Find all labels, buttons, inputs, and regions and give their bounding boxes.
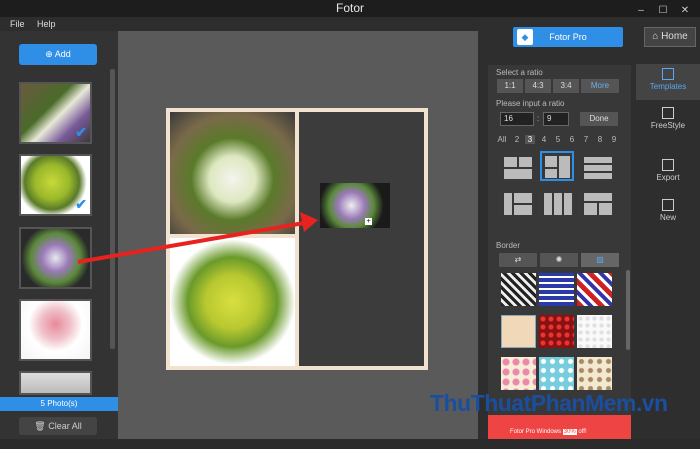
template-layout[interactable] xyxy=(580,189,614,217)
count-2[interactable]: 2 xyxy=(512,135,522,144)
border-pattern[interactable] xyxy=(539,315,574,348)
promo-text: Fotor Pro Windows xyxy=(510,429,562,435)
export-icon xyxy=(662,159,674,171)
home-label: Home xyxy=(661,31,688,42)
ratio-height-input[interactable]: 9 xyxy=(543,112,569,126)
ratio-3-4[interactable]: 3:4 xyxy=(553,79,579,93)
template-layout-selected[interactable] xyxy=(540,151,574,181)
border-pattern[interactable] xyxy=(577,273,612,306)
promo-suffix: off! xyxy=(578,429,587,435)
input-ratio-label: Please input a ratio xyxy=(496,99,565,108)
count-4[interactable]: 4 xyxy=(539,135,549,144)
nav-templates[interactable]: Templates xyxy=(636,64,700,100)
new-icon xyxy=(662,199,674,211)
freestyle-icon xyxy=(662,107,674,119)
nav-new-label: New xyxy=(659,213,676,222)
nav-templates-label: Templates xyxy=(649,82,687,91)
template-layout[interactable] xyxy=(500,189,534,217)
border-pattern[interactable] xyxy=(501,273,536,306)
arrow-head xyxy=(300,212,318,232)
ratio-1-1[interactable]: 1:1 xyxy=(497,79,523,93)
done-button[interactable]: Done xyxy=(580,112,618,126)
promo-badge: 30% xyxy=(562,429,577,435)
promo-banner[interactable]: Fotor Pro Windows 30% off! xyxy=(488,415,631,439)
count-3[interactable]: 3 xyxy=(525,135,535,144)
count-6[interactable]: 6 xyxy=(567,135,577,144)
count-8[interactable]: 8 xyxy=(595,135,605,144)
ratio-width-input[interactable]: 16 xyxy=(500,112,534,126)
right-panel: ◆ Fotor Pro ⌂ Home Select a ratio 1:1 4:… xyxy=(478,17,700,439)
nav-export-label: Export xyxy=(656,173,680,182)
sliders-icon: ⇄ xyxy=(514,255,522,264)
template-layout[interactable] xyxy=(540,189,574,217)
border-color-tab[interactable]: ✺ xyxy=(540,253,578,267)
ratio-more[interactable]: More xyxy=(581,79,619,93)
ratio-4-3[interactable]: 4:3 xyxy=(525,79,551,93)
count-5[interactable]: 5 xyxy=(553,135,563,144)
ratio-separator: : xyxy=(537,114,540,123)
border-pattern[interactable] xyxy=(501,315,536,348)
template-layout[interactable] xyxy=(580,153,614,181)
count-9[interactable]: 9 xyxy=(609,135,619,144)
nav-new[interactable]: New xyxy=(636,199,700,222)
border-pattern[interactable] xyxy=(501,357,536,390)
arrow-line xyxy=(77,221,305,264)
count-7[interactable]: 7 xyxy=(581,135,591,144)
template-layout[interactable] xyxy=(500,153,534,181)
border-pattern-tab[interactable]: ▨ xyxy=(581,253,619,267)
border-pattern[interactable] xyxy=(539,273,574,306)
nav-export[interactable]: Export xyxy=(636,159,700,182)
border-pattern[interactable] xyxy=(577,315,612,348)
templates-icon xyxy=(662,68,674,80)
home-button[interactable]: ⌂ Home xyxy=(644,27,696,47)
palette-icon: ✺ xyxy=(555,255,563,264)
templates-panel: Select a ratio 1:1 4:3 3:4 More Please i… xyxy=(488,65,631,439)
fotor-pro-label: Fotor Pro xyxy=(549,32,587,42)
pattern-icon: ▨ xyxy=(596,255,604,264)
count-all[interactable]: All xyxy=(497,135,507,144)
border-label: Border xyxy=(496,241,521,250)
pattern-scrollbar[interactable] xyxy=(626,270,630,350)
nav-freestyle-label: FreeStyle xyxy=(650,121,686,130)
diamond-icon: ◆ xyxy=(517,29,533,45)
border-pattern[interactable] xyxy=(577,357,612,390)
border-pattern[interactable] xyxy=(539,357,574,390)
border-adjust-tab[interactable]: ⇄ xyxy=(499,253,537,267)
home-icon: ⌂ xyxy=(652,31,662,42)
nav-freestyle[interactable]: FreeStyle xyxy=(636,107,700,130)
fotor-pro-button[interactable]: ◆ Fotor Pro xyxy=(513,27,623,47)
watermark: ThuThuatPhanMem.vn xyxy=(430,390,668,416)
select-ratio-label: Select a ratio xyxy=(496,68,543,77)
